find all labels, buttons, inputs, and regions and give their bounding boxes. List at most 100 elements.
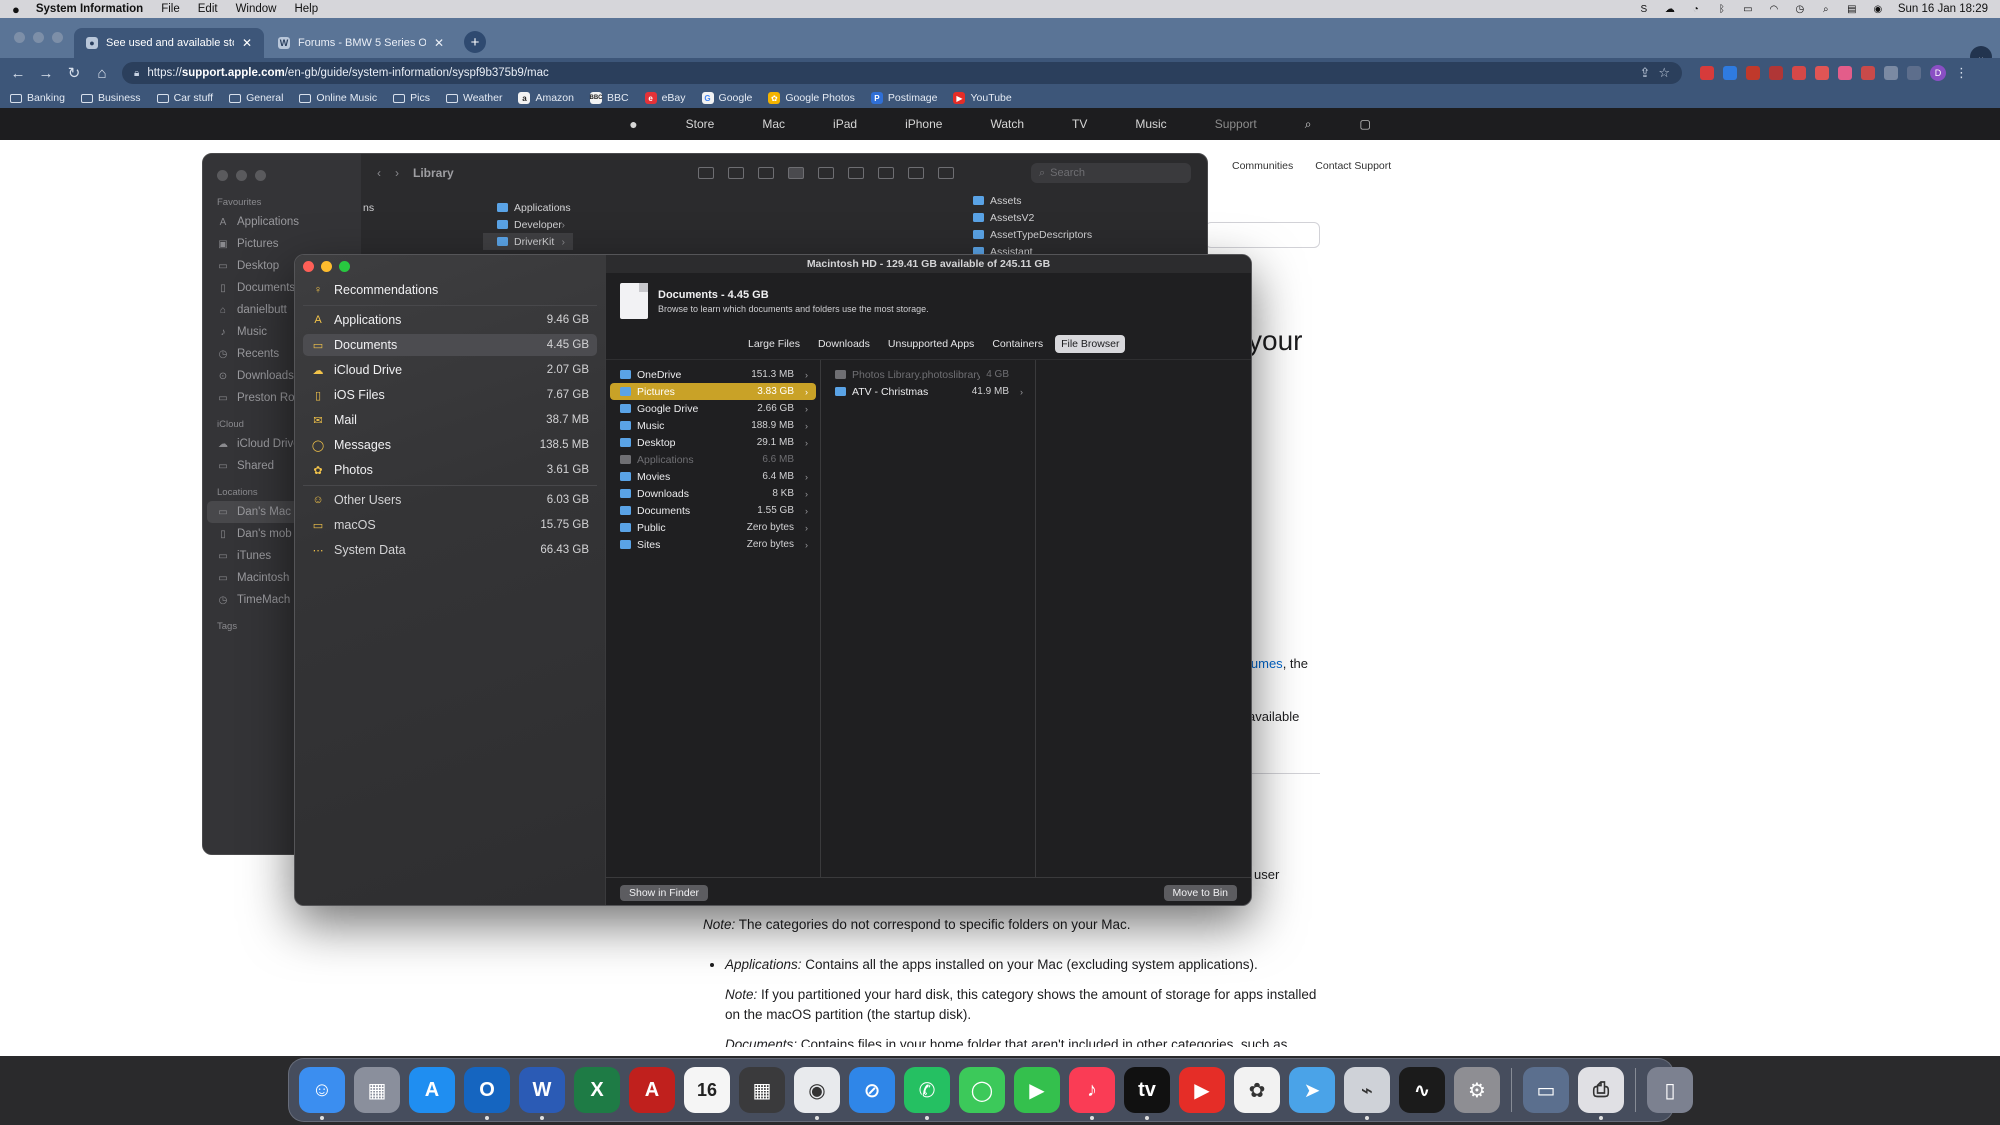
subfolder-row-photos-library[interactable]: Photos Library.photoslibrary 4 GB	[825, 366, 1031, 383]
dock-youtube-icon[interactable]: ▶	[1179, 1067, 1225, 1113]
dock-trash-icon[interactable]: ▯	[1647, 1067, 1693, 1113]
battery-icon[interactable]: ▭	[1742, 4, 1754, 15]
sidebar-item-mail[interactable]: ✉ Mail 38.7 MB	[303, 409, 597, 431]
extension-icon[interactable]	[1792, 66, 1806, 80]
nav-ipad[interactable]: iPad	[833, 117, 857, 131]
tab-containers[interactable]: Containers	[986, 335, 1049, 353]
bag-icon[interactable]: ▢	[1359, 117, 1370, 131]
list-item[interactable]: AssetTypeDescriptors	[963, 226, 1203, 243]
cloud-status-icon[interactable]: ☁	[1664, 4, 1676, 15]
extension-icon[interactable]	[1769, 66, 1783, 80]
nav-music[interactable]: Music	[1135, 117, 1166, 131]
nav-watch[interactable]: Watch	[990, 117, 1024, 131]
dock-calculator-icon[interactable]: ▦	[739, 1067, 785, 1113]
menu-file[interactable]: File	[161, 3, 180, 15]
menu-window[interactable]: Window	[236, 3, 277, 15]
list-view-icon[interactable]	[757, 167, 774, 179]
gallery-view-icon[interactable]	[817, 167, 834, 179]
site-search-input[interactable]	[1205, 222, 1320, 248]
show-in-finder-button[interactable]: Show in Finder	[620, 884, 709, 901]
sidebar-item-applications[interactable]: A Applications	[203, 211, 361, 233]
skype-status-icon[interactable]: S	[1638, 4, 1650, 15]
sidebar-item-messages[interactable]: ◯ Messages 138.5 MB	[303, 434, 597, 456]
list-item[interactable]: Developer	[485, 216, 865, 233]
tab-unsupported-apps[interactable]: Unsupported Apps	[882, 335, 980, 353]
zoom-window-button[interactable]	[339, 261, 350, 272]
time-machine-icon[interactable]: ◷	[1794, 4, 1806, 15]
bookmark-bbc[interactable]: BBC BBC	[590, 92, 629, 104]
volumes-link[interactable]: lumes	[1248, 656, 1283, 671]
sidebar-item-recommendations[interactable]: ♀ Recommendations	[303, 279, 597, 301]
extension-icon[interactable]	[1861, 66, 1875, 80]
share-icon[interactable]	[877, 167, 894, 179]
dock-acrobat-icon[interactable]: A	[629, 1067, 675, 1113]
control-center-icon[interactable]: ▤	[1846, 4, 1858, 15]
puzzle-icon[interactable]	[1884, 66, 1898, 80]
folder-row-onedrive[interactable]: OneDrive 151.3 MB ›	[610, 366, 816, 383]
dock-printer-icon[interactable]: ⎙	[1578, 1067, 1624, 1120]
dock-chrome-icon[interactable]: ◉	[794, 1067, 840, 1120]
nav-store[interactable]: Store	[686, 117, 715, 131]
dock-excel-icon[interactable]: X	[574, 1067, 620, 1113]
dock-messages-icon[interactable]: ◯	[959, 1067, 1005, 1113]
extension-icon[interactable]	[1815, 66, 1829, 80]
bookmark-online-music[interactable]: Online Music	[299, 92, 377, 104]
move-to-bin-button[interactable]: Move to Bin	[1163, 884, 1237, 901]
dock-apple-tv-icon[interactable]: tv	[1124, 1067, 1170, 1120]
dock-finder-icon[interactable]: ☺	[299, 1067, 345, 1120]
bookmark-postimage[interactable]: P Postimage	[870, 92, 937, 104]
extension-icon[interactable]	[1723, 66, 1737, 80]
close-icon[interactable]: ✕	[242, 36, 252, 50]
more-vertical-icon[interactable]: ⋮	[1955, 65, 1968, 81]
sidebar-icon[interactable]	[1907, 66, 1921, 80]
bookmark-amazon[interactable]: a Amazon	[518, 92, 574, 104]
list-item[interactable]: Applications	[485, 199, 865, 216]
nav-support[interactable]: Support	[1215, 117, 1257, 131]
sidebar-item-documents[interactable]: ▭ Documents 4.45 GB	[303, 334, 597, 356]
browser-window-controls[interactable]	[14, 32, 63, 43]
extension-icon[interactable]	[1838, 66, 1852, 80]
bookmark-car-stuff[interactable]: Car stuff	[156, 92, 213, 104]
spotlight-icon[interactable]: ⌕	[1820, 4, 1832, 15]
group-icon[interactable]	[847, 167, 864, 179]
sidebar-item-applications[interactable]: A Applications 9.46 GB	[303, 309, 597, 331]
tab-downloads[interactable]: Downloads	[812, 335, 876, 353]
bookmark-pics[interactable]: Pics	[393, 92, 430, 104]
list-item[interactable]: Assets	[963, 192, 1203, 209]
home-icon[interactable]: ⌂	[94, 65, 110, 82]
reload-icon[interactable]: ↻	[66, 64, 82, 82]
dock-facetime-icon[interactable]: ▶	[1014, 1067, 1060, 1113]
bookmark-ebay[interactable]: e eBay	[644, 92, 686, 104]
address-bar[interactable]: 🔒︎ https://support.apple.com/en-gb/guide…	[122, 62, 1682, 84]
dock-app-store-icon[interactable]: A	[409, 1067, 455, 1113]
adblock-extension-icon[interactable]	[1700, 66, 1714, 80]
search-icon[interactable]: ⌕	[1305, 117, 1312, 132]
folder-row-desktop[interactable]: Desktop 29.1 MB ›	[610, 434, 816, 451]
sidebar-item-pictures[interactable]: ▣ Pictures	[203, 233, 361, 255]
dock-system-information-icon[interactable]: ⌁	[1344, 1067, 1390, 1120]
subnav-communities[interactable]: Communities	[1232, 160, 1293, 172]
share-icon[interactable]: ⇪	[1639, 65, 1650, 81]
timer-status-icon[interactable]: ◔	[1690, 4, 1702, 15]
bookmark-star-icon[interactable]: ☆	[1658, 65, 1670, 81]
tag-icon[interactable]	[907, 167, 924, 179]
close-window-button[interactable]	[303, 261, 314, 272]
folder-row-music[interactable]: Music 188.9 MB ›	[610, 417, 816, 434]
forward-icon[interactable]: →	[38, 65, 54, 82]
dock-screenshot-icon[interactable]: ▭	[1523, 1067, 1569, 1113]
sidebar-item-macos[interactable]: ▭ macOS 15.75 GB	[303, 514, 597, 536]
dock-calendar-icon[interactable]: 16	[684, 1067, 730, 1113]
dock-activity-monitor-icon[interactable]: ∿	[1399, 1067, 1445, 1113]
icon-view-icon[interactable]	[727, 167, 744, 179]
bookmark-business[interactable]: Business	[80, 92, 141, 104]
back-icon[interactable]: ←	[10, 65, 26, 82]
apple-logo-icon[interactable]: ●	[629, 116, 637, 132]
folder-row-downloads[interactable]: Downloads 8 KB ›	[610, 485, 816, 502]
folder-row-google-drive[interactable]: Google Drive 2.66 GB ›	[610, 400, 816, 417]
folder-row-public[interactable]: Public Zero bytes ›	[610, 519, 816, 536]
list-item[interactable]: AssetsV2	[963, 209, 1203, 226]
subfolder-row-atv-christmas[interactable]: ATV - Christmas 41.9 MB ›	[825, 383, 1031, 400]
dock-word-icon[interactable]: W	[519, 1067, 565, 1120]
finder-window-controls[interactable]	[203, 164, 361, 187]
wifi-icon[interactable]: ◠	[1768, 4, 1780, 15]
